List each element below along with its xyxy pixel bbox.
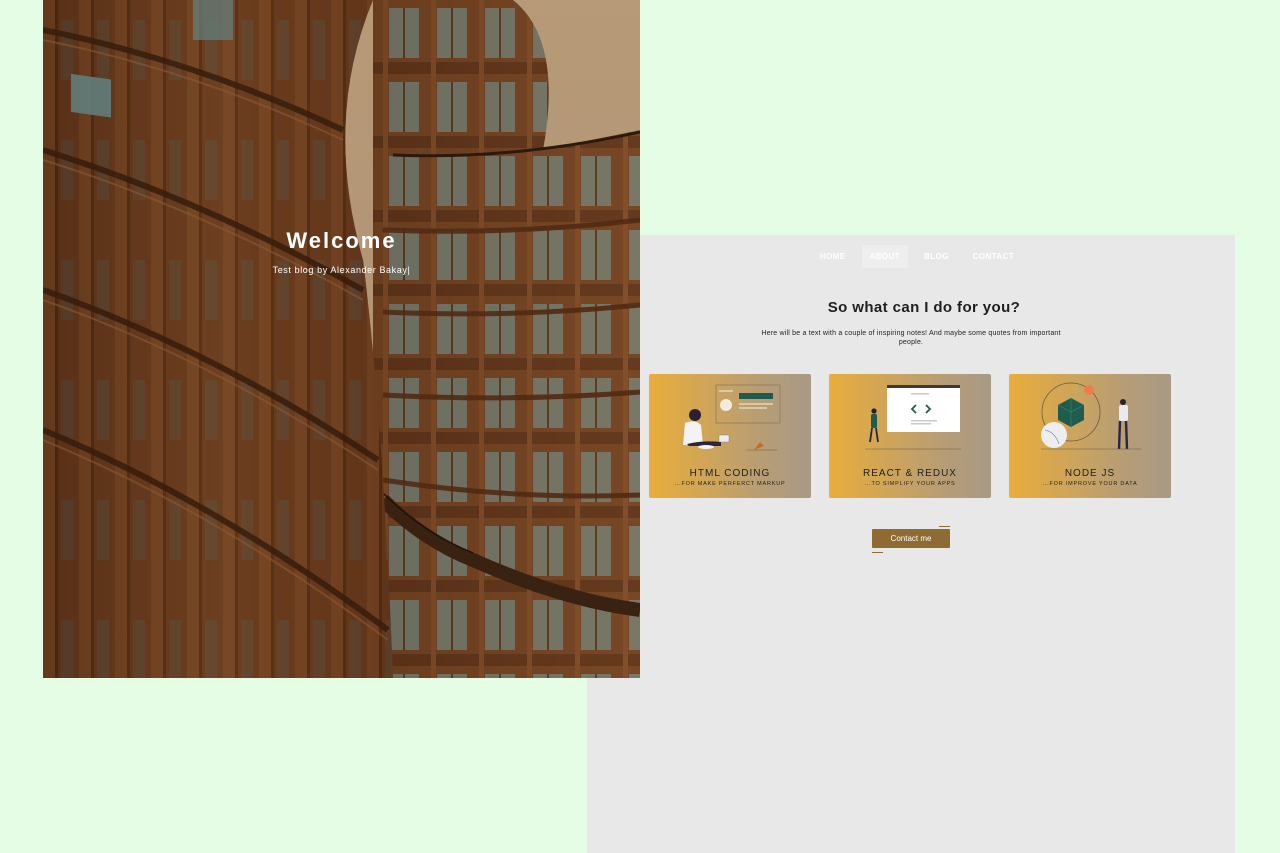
hero-section: Welcome Test blog by Alexander Bakay|	[43, 0, 640, 678]
card-title: HTML CODING	[689, 468, 771, 479]
data-cube-illustration	[1041, 382, 1141, 450]
person-laptop-illustration	[683, 384, 781, 451]
service-cards: HTML CODING ...FOR MAKE PERFERCT MARKUP …	[649, 374, 1171, 498]
card-title: REACT & REDUX	[863, 468, 957, 479]
section-title: So what can I do for you?	[827, 299, 1021, 316]
card-subtitle: ...FOR MAKE PERFERCT MARKUP	[674, 481, 786, 487]
service-card-html[interactable]: HTML CODING ...FOR MAKE PERFERCT MARKUP	[649, 374, 811, 498]
nav-item-about[interactable]: ABOUT	[861, 245, 909, 268]
about-page: HOME ABOUT BLOG CONTACT So what can I do…	[587, 235, 1235, 853]
code-window-illustration	[865, 385, 961, 450]
nav-item-blog[interactable]: BLOG	[916, 245, 957, 268]
decor-line	[872, 552, 883, 553]
nav-item-contact[interactable]: CONTACT	[965, 245, 1022, 268]
main-nav: HOME ABOUT BLOG CONTACT	[587, 245, 1235, 268]
card-subtitle: ...FOR IMPROVE YOUR DATA	[1042, 481, 1138, 487]
service-card-node[interactable]: NODE JS ...FOR IMPROVE YOUR DATA	[1009, 374, 1171, 498]
decor-line	[939, 526, 950, 527]
hero-subtitle: Test blog by Alexander Bakay|	[272, 265, 411, 275]
contact-button[interactable]: Contact me	[872, 529, 950, 548]
hero-title: Welcome	[286, 228, 397, 253]
service-card-react[interactable]: REACT & REDUX ...TO SIMPLIFY YOUR APPS	[829, 374, 991, 498]
card-subtitle: ...TO SIMPLIFY YOUR APPS	[864, 481, 956, 487]
nav-item-home[interactable]: HOME	[812, 245, 854, 268]
section-text: Here will be a text with a couple of ins…	[761, 330, 1061, 346]
card-title: NODE JS	[1064, 468, 1116, 479]
building-background-image	[43, 0, 640, 678]
contact-wrap: Contact me	[872, 526, 950, 553]
